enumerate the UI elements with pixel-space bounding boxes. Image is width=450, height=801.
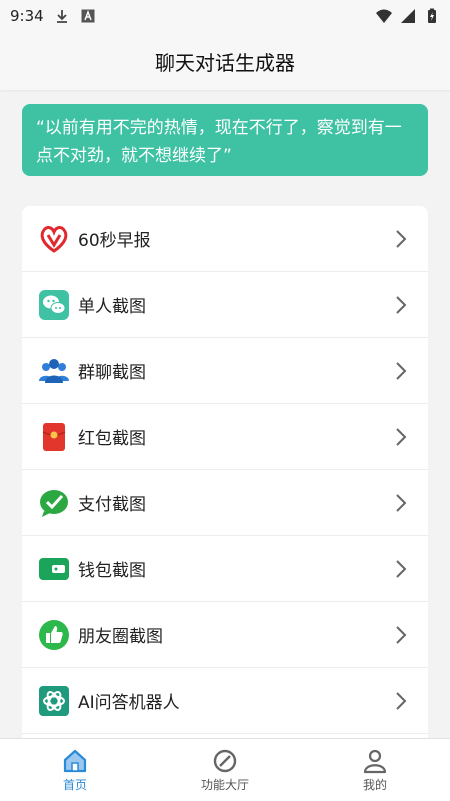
chevron-right-icon xyxy=(396,559,407,578)
chevron-right-icon xyxy=(396,229,407,248)
wallet-icon xyxy=(38,553,70,585)
group-users-icon xyxy=(38,355,70,387)
chevron-right-icon xyxy=(396,295,407,314)
menu-item-label: 群聊截图 xyxy=(78,363,146,383)
menu-item-label: 60秒早报 xyxy=(78,231,151,251)
tab-label: 我的 xyxy=(362,777,387,792)
payment-check-icon xyxy=(38,487,70,519)
compass-icon xyxy=(213,749,237,772)
chevron-right-icon xyxy=(396,691,407,710)
chevron-right-icon xyxy=(396,427,407,446)
page-title-bar: 聊天对话生成器 xyxy=(0,32,450,90)
bottom-tab-bar: 首页 功能大厅 我的 xyxy=(0,738,450,801)
quote-card: “以前有用不完的热情，现在不行了，察觉到有一点不对劲，就不想继续了” xyxy=(22,104,428,176)
tab-label: 首页 xyxy=(62,777,87,792)
tab-label: 功能大厅 xyxy=(200,777,249,792)
chevron-right-icon xyxy=(396,493,407,512)
tab-features[interactable]: 功能大厅 xyxy=(150,739,300,801)
feature-list: 60秒早报 单人截图 群聊截图 红包截图 支付截图 钱包截图 朋友圈截图 AI问… xyxy=(22,206,428,746)
tab-home[interactable]: 首页 xyxy=(0,739,150,801)
menu-item-ai-bot[interactable]: AI问答机器人 xyxy=(22,668,428,734)
menu-item-single-chat[interactable]: 单人截图 xyxy=(22,272,428,338)
quote-text: “以前有用不完的热情，现在不行了，察觉到有一点不对劲，就不想继续了” xyxy=(36,118,402,166)
menu-item-label: AI问答机器人 xyxy=(78,693,180,713)
red-packet-icon xyxy=(38,421,70,453)
chevron-right-icon xyxy=(396,625,407,644)
status-bar: 9:34 xyxy=(0,0,450,32)
download-icon xyxy=(56,10,67,23)
menu-item-label: 支付截图 xyxy=(78,495,146,515)
menu-item-group-chat[interactable]: 群聊截图 xyxy=(22,338,428,404)
menu-item-payment[interactable]: 支付截图 xyxy=(22,470,428,536)
page-title: 聊天对话生成器 xyxy=(155,50,295,75)
menu-item-label: 钱包截图 xyxy=(78,561,146,581)
thumbs-up-icon xyxy=(38,619,70,651)
menu-item-label: 朋友圈截图 xyxy=(78,627,163,647)
tab-profile[interactable]: 我的 xyxy=(300,739,450,801)
wechat-icon xyxy=(38,289,70,321)
menu-item-wallet[interactable]: 钱包截图 xyxy=(22,536,428,602)
chevron-right-icon xyxy=(396,361,407,380)
signal-icon xyxy=(401,9,415,23)
wifi-icon xyxy=(376,9,392,23)
person-icon xyxy=(363,749,387,773)
home-icon xyxy=(63,749,87,772)
status-time: 9:34 xyxy=(10,7,44,25)
battery-icon xyxy=(428,8,436,23)
menu-item-moments[interactable]: 朋友圈截图 xyxy=(22,602,428,668)
heart-logo-icon xyxy=(38,223,70,255)
font-app-icon xyxy=(81,9,95,23)
menu-item-red-packet[interactable]: 红包截图 xyxy=(22,404,428,470)
menu-item-news[interactable]: 60秒早报 xyxy=(22,206,428,272)
menu-item-label: 红包截图 xyxy=(78,429,146,449)
menu-item-label: 单人截图 xyxy=(78,297,146,317)
ai-bot-icon xyxy=(38,685,70,717)
